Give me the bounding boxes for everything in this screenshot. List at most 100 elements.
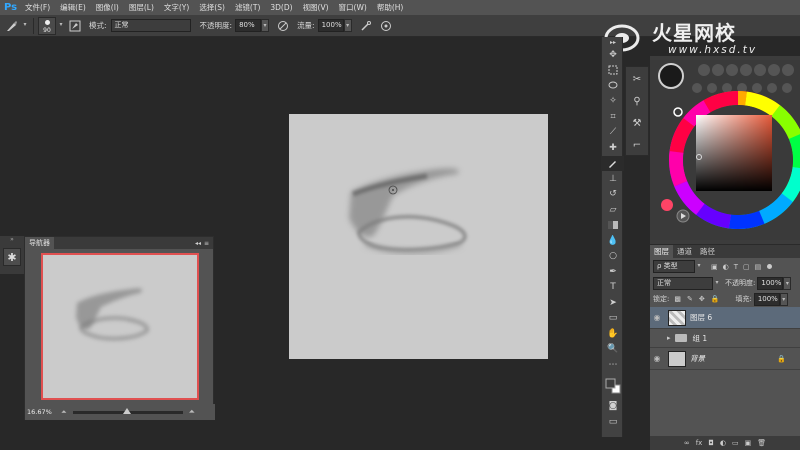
opacity-slider-toggle[interactable]: ▾ [261,19,270,32]
filter-type-icon[interactable]: T [734,263,738,271]
visibility-eye-icon[interactable]: ◉ [650,313,664,322]
visibility-eye-icon[interactable]: ◉ [650,354,664,363]
menu-type[interactable]: 文字(Y) [159,0,194,15]
filter-smart-icon[interactable]: ▤ [755,263,762,271]
group-name[interactable]: 组 1 [693,333,708,344]
navigator-tab[interactable]: 导航器 [25,237,54,249]
gradient-tool-icon[interactable] [602,218,624,234]
zoom-out-icon[interactable]: ⏶ [61,408,67,417]
filter-adjust-icon[interactable]: ◐ [723,263,729,271]
marquee-tool-icon[interactable] [602,63,624,79]
clone-source-icon[interactable]: ⚒ [626,113,648,133]
fill-input[interactable]: 100% [753,292,780,306]
menu-filter[interactable]: 滤镜(T) [230,0,265,15]
delete-layer-icon[interactable]: 🗑 [757,439,766,447]
navigator-preview[interactable] [41,253,199,400]
tool-preset-dropdown[interactable]: ▾ [21,19,29,32]
menu-help[interactable]: 帮助(H) [372,0,409,15]
add-mask-icon[interactable]: ◘ [708,439,714,447]
toolbar-grip[interactable]: ▸▸ [602,37,624,47]
airbrush-icon[interactable] [358,18,374,34]
layer-filter-select[interactable]: ρ 类型 [653,260,695,273]
lock-pixels-icon[interactable]: ✎ [687,295,693,303]
background-name[interactable]: 背景 [690,353,705,364]
layer-blend-mode[interactable]: 正常 [653,276,713,290]
menu-layer[interactable]: 图层(L) [124,0,159,15]
tab-layers[interactable]: 图层 [650,245,673,258]
collapse-icon[interactable]: ◂◂ [195,240,201,247]
opacity-input[interactable]: 80% [235,19,262,32]
magic-wand-tool-icon[interactable]: ✧ [602,94,624,110]
panel-menu-icon[interactable]: ≡ [204,240,209,247]
adjustment-layer-icon[interactable]: ◐ [720,439,726,447]
healing-brush-tool-icon[interactable]: ✚ [602,140,624,156]
link-layers-icon[interactable]: ∞ [684,439,690,447]
flow-input[interactable]: 100% [317,19,344,32]
lock-position-icon[interactable]: ✥ [699,295,705,303]
menu-file[interactable]: 文件(F) [20,0,55,15]
brush-size-picker[interactable]: 90 [38,16,56,35]
menu-select[interactable]: 选择(S) [194,0,230,15]
zoom-value[interactable]: 16.67% [25,408,55,416]
lasso-tool-icon[interactable] [602,78,624,94]
tab-channels[interactable]: 通道 [673,245,696,258]
blur-tool-icon[interactable]: 💧 [602,233,624,249]
layer-opacity-input[interactable]: 100% [757,276,784,290]
hand-tool-icon[interactable]: ✋ [602,326,624,342]
brush-settings-icon[interactable]: ✂ [626,69,648,89]
layer-row-selected[interactable]: ◉ 图层 6 [650,307,800,329]
brush-panel-toggle-icon[interactable] [67,18,83,34]
layer-row-group[interactable]: ▸ 组 1 [650,329,800,348]
layer-row-background[interactable]: ◉ 背景 🔒 [650,348,800,370]
more-tools-icon[interactable]: ⋯ [602,357,624,373]
eyedropper-tool-icon[interactable]: ⟋ [602,125,624,141]
zoom-tool-icon[interactable]: 🔍 [602,342,624,358]
history-brush-tool-icon[interactable]: ↺ [602,187,624,203]
quick-mask-icon[interactable]: ◙ [602,399,624,415]
pen-tool-icon[interactable]: ✒ [602,264,624,280]
color-swatches[interactable] [602,373,624,399]
panel-dock-collapse[interactable]: » [0,236,24,244]
brush-picker-dropdown[interactable]: ▾ [57,19,65,32]
pressure-size-icon[interactable] [378,18,394,34]
brush-tool-preset-icon[interactable] [4,18,20,34]
zoom-slider[interactable] [72,407,183,414]
filter-shape-icon[interactable]: ▢ [743,263,750,271]
clone-stamp-tool-icon[interactable]: ⊥ [602,171,624,187]
zoom-in-icon[interactable]: ⏶ [189,407,195,417]
expand-group-icon[interactable]: ▸ [667,334,671,342]
menu-3d[interactable]: 3D(D) [265,0,297,15]
flow-slider-toggle[interactable]: ▾ [343,19,352,32]
shape-tool-icon[interactable]: ▭ [602,311,624,327]
screen-mode-icon[interactable]: ▭ [602,414,624,430]
brush-presets-icon[interactable]: ⚲ [626,91,648,111]
filter-toggle-icon[interactable] [767,264,773,269]
move-tool-icon[interactable]: ✥ [602,47,624,63]
crop-tool-icon[interactable]: ⌗ [602,109,624,125]
menu-image[interactable]: 图像(I) [91,0,124,15]
brush-tool-icon[interactable] [602,155,624,171]
path-selection-tool-icon[interactable]: ➤ [602,295,624,311]
new-group-icon[interactable]: ▭ [732,439,739,447]
fill-dropdown[interactable]: ▾ [779,292,788,306]
eraser-tool-icon[interactable]: ▱ [602,202,624,218]
canvas-document[interactable] [289,114,548,359]
tab-paths[interactable]: 路径 [696,245,719,258]
menu-window[interactable]: 窗口(W) [334,0,372,15]
menu-edit[interactable]: 编辑(E) [55,0,91,15]
tool-presets-icon[interactable]: ⌐ [626,135,648,155]
new-layer-icon[interactable]: ▣ [745,439,752,447]
mode-select[interactable]: 正常 [110,19,191,32]
layer-opacity-dropdown[interactable]: ▾ [783,276,792,290]
type-tool-icon[interactable]: T [602,280,624,296]
dodge-tool-icon[interactable]: ○ [602,249,624,265]
filter-pixel-icon[interactable]: ▣ [711,263,718,271]
layer-filter-dropdown[interactable]: ▾ [695,260,703,273]
blend-mode-dropdown[interactable]: ▾ [713,277,721,290]
layer-style-icon[interactable]: fx [696,439,703,447]
lock-all-icon[interactable]: 🔒 [711,295,720,303]
pressure-opacity-icon[interactable] [275,18,291,34]
zoom-slider-thumb[interactable] [122,407,131,414]
lock-transparent-icon[interactable]: ▩ [674,295,681,303]
layer-name[interactable]: 图层 6 [690,312,712,323]
